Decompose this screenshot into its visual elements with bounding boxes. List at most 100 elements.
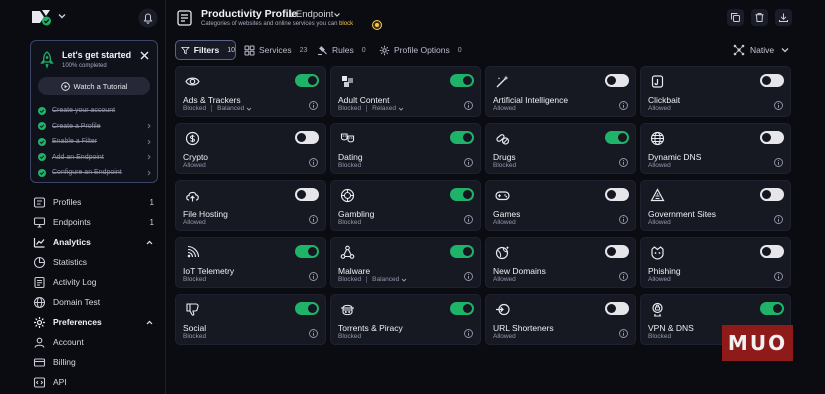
info-icon[interactable] xyxy=(464,329,473,338)
filter-toggle[interactable] xyxy=(450,188,474,201)
tab-profile-options[interactable]: Profile Options 0 xyxy=(379,40,462,60)
nav-activity-log[interactable]: Activity Log xyxy=(30,273,160,291)
nav-count: 1 xyxy=(149,197,154,207)
filter-toggle[interactable] xyxy=(605,188,629,201)
filter-toggle[interactable] xyxy=(605,131,629,144)
filter-toggle[interactable] xyxy=(450,74,474,87)
tab-services[interactable]: Services 23 xyxy=(244,40,307,60)
nav-profiles[interactable]: Profiles 1 xyxy=(30,193,160,211)
coin-icon[interactable] xyxy=(372,20,382,30)
info-icon[interactable] xyxy=(774,215,783,224)
nav-billing[interactable]: Billing xyxy=(30,353,160,371)
endpoint-selector[interactable]: 1 Endpoint xyxy=(288,9,333,20)
info-icon[interactable] xyxy=(619,101,628,110)
info-icon[interactable] xyxy=(464,272,473,281)
filter-toggle[interactable] xyxy=(295,74,319,87)
chevron-down-icon[interactable] xyxy=(56,10,68,22)
filter-name: File Hosting xyxy=(183,209,228,219)
nav-endpoints[interactable]: Endpoints 1 xyxy=(30,213,160,231)
step-configure-endpoint[interactable]: Configure an Endpoint xyxy=(38,165,152,181)
chevron-down-icon[interactable] xyxy=(333,11,341,19)
logo[interactable] xyxy=(30,8,52,26)
info-icon[interactable] xyxy=(774,158,783,167)
pirate-icon xyxy=(341,304,354,316)
shortener-icon xyxy=(496,303,510,316)
delete-button[interactable] xyxy=(751,9,768,26)
filter-toggle[interactable] xyxy=(295,302,319,315)
filter-toggle[interactable] xyxy=(605,74,629,87)
tab-rules[interactable]: Rules 0 xyxy=(317,40,366,60)
filter-status: Allowed xyxy=(493,219,516,226)
filter-status: Allowed xyxy=(648,219,671,226)
filter-toggle[interactable] xyxy=(760,74,784,87)
filter-toggle[interactable] xyxy=(760,188,784,201)
nav-analytics[interactable]: Analytics xyxy=(30,233,160,251)
info-icon[interactable] xyxy=(619,272,628,281)
duplicate-button[interactable] xyxy=(727,9,744,26)
chip-icon xyxy=(340,188,355,203)
download-icon xyxy=(779,13,788,22)
nav-preferences[interactable]: Preferences xyxy=(30,313,160,331)
filter-toggle[interactable] xyxy=(605,245,629,258)
nav-label: Account xyxy=(53,337,84,347)
info-icon[interactable] xyxy=(619,215,628,224)
chevron-right-icon xyxy=(147,139,151,145)
filter-toggle[interactable] xyxy=(760,245,784,258)
mode-selector[interactable]: Native xyxy=(733,43,791,57)
info-icon[interactable] xyxy=(309,158,318,167)
tab-count: 23 xyxy=(299,46,308,54)
nav-api[interactable]: API xyxy=(30,373,160,391)
filter-toggle[interactable] xyxy=(295,188,319,201)
step-label: Add an Endpoint xyxy=(52,153,104,161)
step-add-endpoint[interactable]: Add an Endpoint xyxy=(38,150,152,166)
filter-toggle[interactable] xyxy=(760,302,784,315)
bell-icon[interactable] xyxy=(138,8,158,28)
check-circle-icon xyxy=(38,122,46,131)
nav-account[interactable]: Account xyxy=(30,333,160,351)
watch-tutorial-button[interactable]: Watch a Tutorial xyxy=(38,77,150,95)
filter-toggle[interactable] xyxy=(605,302,629,315)
close-icon[interactable] xyxy=(139,50,150,61)
filter-toggle[interactable] xyxy=(450,245,474,258)
filter-icon xyxy=(181,46,190,54)
filter-toggle[interactable] xyxy=(760,131,784,144)
filter-name: IoT Telemetry xyxy=(183,266,235,276)
step-enable-filter[interactable]: Enable a Filter xyxy=(38,134,152,150)
step-create-profile[interactable]: Create a Profile xyxy=(38,119,152,135)
filter-mode-selector[interactable]: Balanced xyxy=(217,105,252,112)
step-create-account[interactable]: Create your account xyxy=(38,103,152,119)
info-icon[interactable] xyxy=(464,215,473,224)
government-icon xyxy=(650,188,665,202)
nav-statistics[interactable]: Statistics xyxy=(30,253,160,271)
info-icon[interactable] xyxy=(309,101,318,110)
toggle-knob xyxy=(607,190,616,199)
page-description: Categories of websites and online servic… xyxy=(201,21,353,27)
info-icon[interactable] xyxy=(774,272,783,281)
filter-mode-label: Balanced xyxy=(217,105,245,112)
info-icon[interactable] xyxy=(464,101,473,110)
info-icon[interactable] xyxy=(309,215,318,224)
sparkle-globe-icon xyxy=(495,246,510,260)
filter-mode-selector[interactable]: Balanced xyxy=(372,276,407,283)
info-icon[interactable] xyxy=(619,158,628,167)
download-button[interactable] xyxy=(775,9,792,26)
check-circle-icon xyxy=(38,153,46,162)
filter-card-file-hosting: File Hosting Allowed xyxy=(175,180,326,231)
tab-filters[interactable]: Filters 10 xyxy=(175,40,236,60)
filter-toggle[interactable] xyxy=(295,131,319,144)
info-icon[interactable] xyxy=(309,329,318,338)
eye-icon xyxy=(185,77,200,86)
divider xyxy=(366,276,368,283)
filter-toggle[interactable] xyxy=(450,302,474,315)
info-icon[interactable] xyxy=(619,329,628,338)
info-icon[interactable] xyxy=(309,272,318,281)
filter-toggle[interactable] xyxy=(295,245,319,258)
profile-document-icon xyxy=(177,10,192,26)
filter-toggle[interactable] xyxy=(450,131,474,144)
info-icon[interactable] xyxy=(464,158,473,167)
info-icon[interactable] xyxy=(774,101,783,110)
nav-domain-test[interactable]: Domain Test xyxy=(30,293,160,311)
toggle-knob xyxy=(463,76,472,85)
analytics-icon xyxy=(33,237,45,248)
filter-mode-selector[interactable]: Relaxed xyxy=(372,105,404,112)
